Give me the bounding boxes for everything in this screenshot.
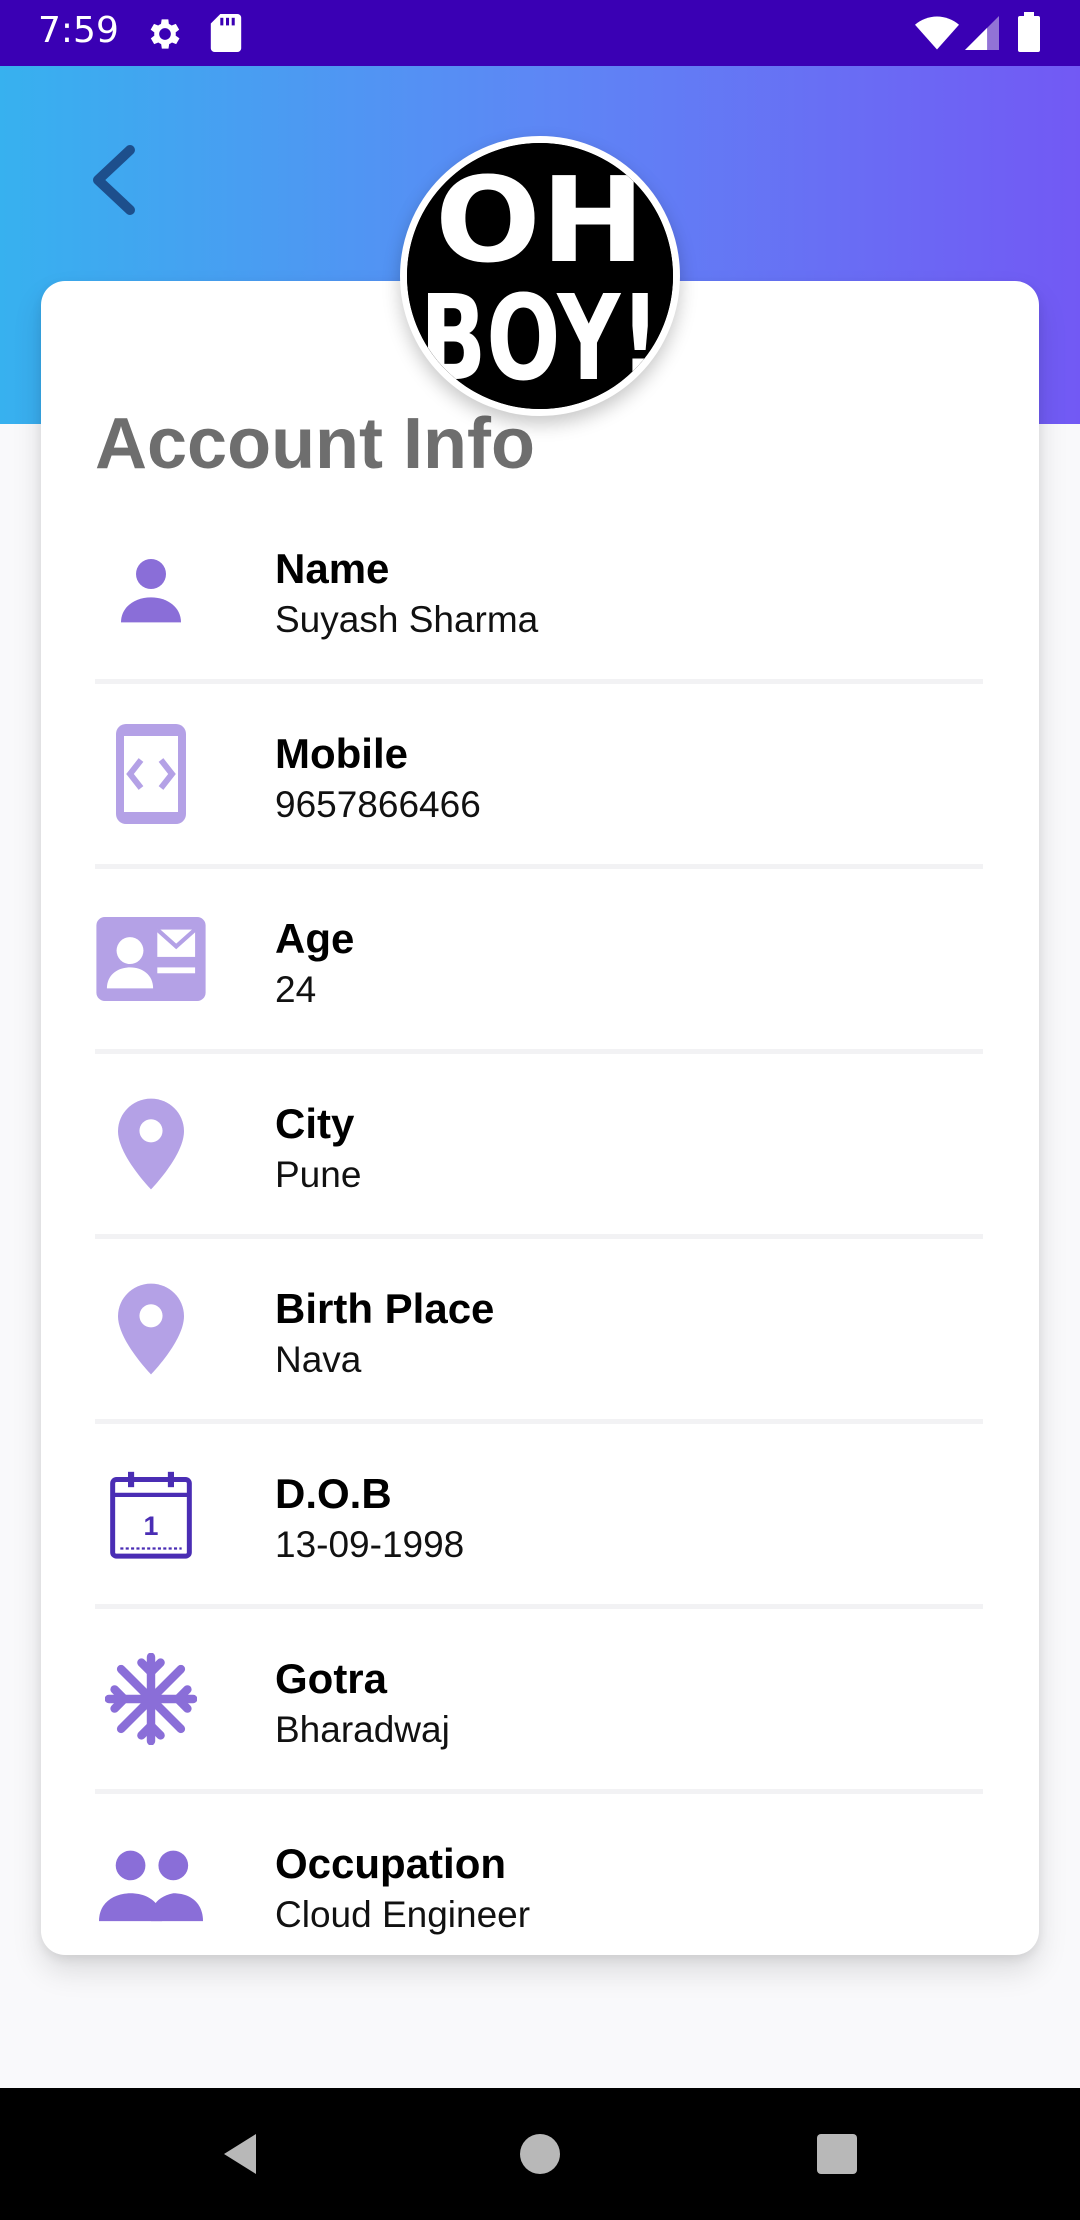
mobile-icon <box>95 724 207 824</box>
status-time: 7:59 <box>38 10 119 51</box>
field-label: Birth Place <box>275 1285 495 1332</box>
field-value: Cloud Engineer <box>275 1894 531 1935</box>
recents-square-icon[interactable] <box>817 2134 857 2174</box>
info-row-name: Name Suyash Sharma <box>95 499 983 684</box>
battery-icon <box>1018 12 1040 52</box>
field-value: Pune <box>275 1154 362 1195</box>
snowflake-icon <box>95 1651 207 1747</box>
field-label: Occupation <box>275 1840 507 1887</box>
calendar-icon: 1 <box>95 1466 207 1562</box>
wifi-icon <box>915 16 959 50</box>
chevron-left-icon <box>93 145 135 215</box>
svg-text:1: 1 <box>144 1511 159 1541</box>
id-card-icon <box>95 911 207 1007</box>
gear-icon <box>150 19 180 49</box>
field-label: Name <box>275 545 390 592</box>
home-circle-icon[interactable] <box>520 2134 560 2174</box>
page-title: Account Info <box>95 404 535 484</box>
field-label: Age <box>275 915 355 962</box>
field-value: 9657866466 <box>275 784 481 825</box>
person-icon <box>95 541 207 637</box>
profile-avatar[interactable]: OH BOY! <box>400 136 680 416</box>
field-label: City <box>275 1100 355 1147</box>
info-row-age: Age 24 <box>95 869 983 1054</box>
group-icon <box>95 1836 207 1932</box>
field-value: Bharadwaj <box>275 1709 450 1750</box>
field-value: Nava <box>275 1339 362 1380</box>
signal-icon <box>965 16 999 50</box>
info-row-occupation: Occupation Cloud Engineer <box>95 1794 983 1955</box>
info-row-city: City Pune <box>95 1054 983 1239</box>
field-label: Gotra <box>275 1655 388 1702</box>
status-bar: 7:59 <box>0 0 1080 66</box>
system-nav-bar <box>0 2088 1080 2220</box>
info-row-dob: 1 D.O.B 13-09-1998 <box>95 1424 983 1609</box>
info-row-mobile: Mobile 9657866466 <box>95 684 983 869</box>
field-label: D.O.B <box>275 1470 392 1517</box>
avatar-logo: OH BOY! <box>407 143 673 409</box>
field-value: 13-09-1998 <box>275 1524 465 1565</box>
info-list: Name Suyash Sharma Mobile 9657866466 Age… <box>95 499 983 1955</box>
back-button[interactable] <box>78 138 148 222</box>
location-pin-icon <box>95 1096 207 1192</box>
field-value: Suyash Sharma <box>275 599 539 640</box>
sd-card-icon <box>210 14 242 52</box>
field-label: Mobile <box>275 730 408 777</box>
account-info-card: Account Info Name Suyash Sharma Mobile 9… <box>41 281 1039 1955</box>
location-pin-icon <box>95 1281 207 1377</box>
svg-text:BOY!: BOY! <box>420 269 660 407</box>
field-value: 24 <box>275 969 317 1010</box>
info-row-gotra: Gotra Bharadwaj <box>95 1609 983 1794</box>
info-row-birth-place: Birth Place Nava <box>95 1239 983 1424</box>
back-triangle-icon[interactable] <box>218 2132 262 2176</box>
